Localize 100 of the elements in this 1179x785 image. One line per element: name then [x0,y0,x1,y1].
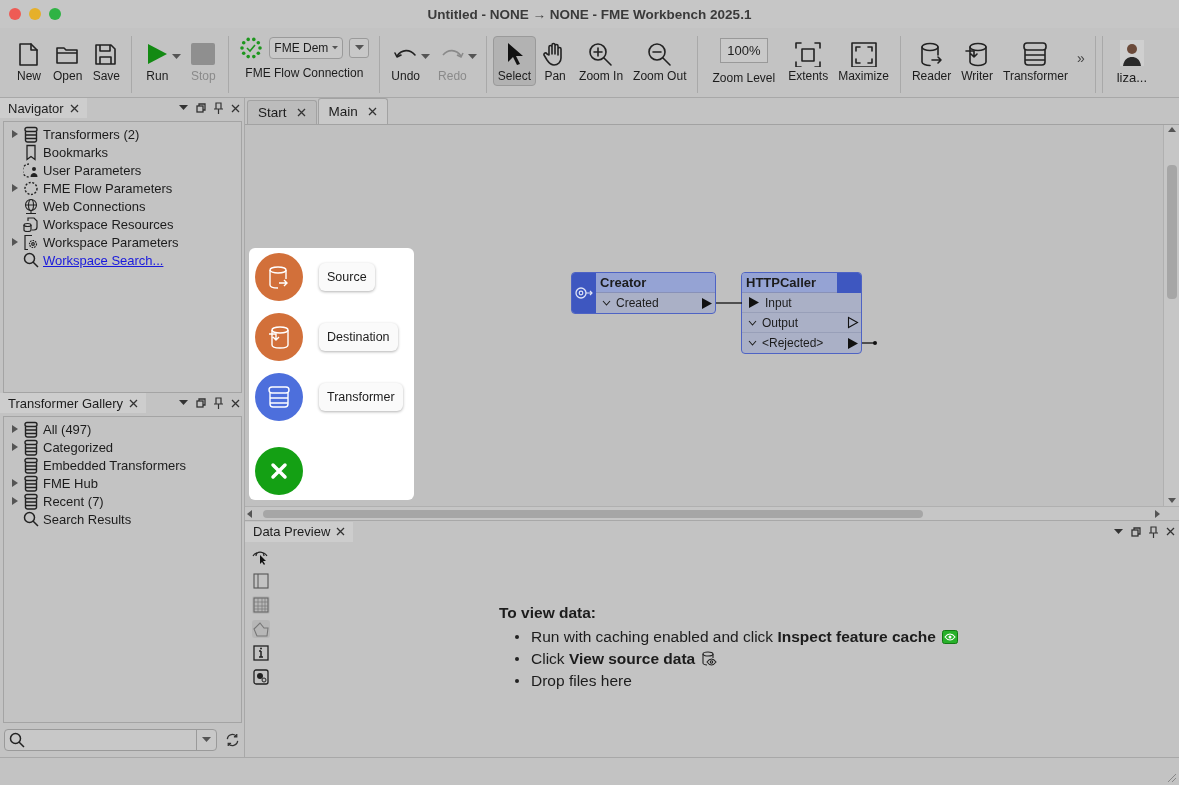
tree-item[interactable]: Bookmarks [43,144,109,160]
connection-status-icon [239,36,264,60]
extents-button[interactable]: Extents [783,36,834,86]
port-label: Output [762,315,800,330]
settings-icon[interactable] [252,668,270,686]
option-label[interactable]: Source [319,263,375,291]
scrollbar-thumb[interactable] [263,509,923,518]
refresh-icon[interactable] [225,732,240,748]
expand-arrow-icon[interactable] [12,238,19,246]
instruction-text: Click View source data [531,650,696,668]
close-menu-button[interactable] [255,447,303,495]
option-label[interactable]: Destination [319,323,398,351]
tab-close-icon [367,107,377,116]
maximize-button[interactable]: Maximize [833,36,894,86]
caret-icon [332,45,339,51]
caret-icon [421,54,431,60]
expand-arrow-icon[interactable] [12,184,19,192]
tree-item[interactable]: Categorized [43,439,114,455]
resize-grip-icon [1167,773,1177,783]
tree-item[interactable]: All (497) [43,421,92,437]
run-button[interactable]: Run [138,36,177,86]
panel-tab[interactable]: Transformer Gallery [0,393,147,413]
stack-icon [23,420,39,438]
reader-button[interactable]: Reader [906,36,957,86]
connection-label: FME Flow Connection [245,66,364,80]
connection-line[interactable] [715,302,743,304]
instruction-text: Run with caching enabled and click Inspect feature cache [531,628,936,646]
user-name[interactable]: liza... [1116,70,1148,85]
tree-item[interactable]: Workspace Resources [43,216,174,232]
expand-arrow-icon[interactable] [12,425,19,433]
option-label[interactable]: Transformer [319,383,403,411]
empty-state-heading: To view data: [499,604,598,622]
close-icon [129,398,139,408]
info-icon[interactable] [252,644,270,662]
panel-tab[interactable]: Navigator [0,98,87,118]
undo-button[interactable]: Undo [386,36,426,86]
close-icon [231,103,240,113]
creator-node[interactable]: Creator Created [571,272,716,314]
menu-arrow-icon [179,105,188,111]
close-icon [69,103,79,113]
tab-close-icon [296,108,306,117]
bullet-icon [515,657,519,661]
tree-item[interactable]: FME Hub [43,475,98,491]
expand-arrow-icon[interactable] [12,479,19,487]
vertical-scrollbar[interactable] [1163,125,1179,506]
scrollbar-thumb[interactable] [1166,165,1177,299]
tree-item[interactable]: Embedded Transformers [43,457,187,473]
horizontal-scrollbar[interactable] [245,506,1179,520]
pan-tool-button[interactable]: Pan [536,36,575,86]
resources-icon [23,215,39,233]
tree-item[interactable]: Web Connections [43,198,146,214]
search-field[interactable] [4,729,217,751]
transformer-button[interactable]: Transformer [998,36,1073,86]
globe-icon [23,197,39,215]
zoom-in-button[interactable]: Zoom In [574,36,629,86]
add-option-button[interactable] [255,313,303,361]
dropdown-button[interactable] [349,38,370,58]
panel-tab[interactable]: Data Preview [245,521,354,542]
zoom-out-button[interactable]: Zoom Out [628,36,692,86]
zoom-level-field[interactable]: 100% [719,38,768,63]
float-icon [196,103,206,113]
avatar-icon [1119,40,1144,66]
geometry-icon[interactable] [252,620,270,638]
tree-item[interactable]: Workspace Parameters [43,234,179,250]
document-tab[interactable]: Start [247,100,317,124]
tree-item[interactable]: FME Flow Parameters [43,180,173,196]
tree-item[interactable]: User Parameters [43,162,142,178]
add-option-button[interactable] [255,373,303,421]
transformer-icon [267,385,291,409]
save-button[interactable]: Save [87,36,126,86]
caret-icon [202,737,211,743]
open-button[interactable]: Open [48,36,88,86]
overflow-button[interactable]: » [1072,50,1089,66]
document-gear-icon [23,233,39,251]
writer-button[interactable]: Writer [956,36,998,86]
document-tab[interactable]: Main [317,98,388,124]
search-icon [23,251,39,269]
instruction-text: Drop files here [531,672,632,690]
node-title: HTTPCaller [745,275,818,290]
connection-dropdown[interactable]: FME Dem [269,37,344,59]
expand-arrow-icon[interactable] [12,130,19,138]
add-option-button[interactable] [255,253,303,301]
new-button[interactable]: New [10,36,48,86]
expand-arrow-icon[interactable] [12,497,19,505]
transformer-icon [1021,41,1050,67]
caret-icon [354,45,364,51]
zoom-level-label: Zoom Level [712,71,776,85]
tree-item[interactable]: Search Results [43,511,132,527]
caret-icon [172,54,182,60]
search-link[interactable]: Workspace Search... [43,252,164,268]
tree-item[interactable]: Transformers (2) [43,126,140,142]
menu-arrow-icon [1114,528,1123,535]
tree-item[interactable]: Recent (7) [43,493,104,509]
expand-arrow-icon[interactable] [12,443,19,451]
panel-layout-icon[interactable] [252,572,270,590]
port-label: Input [765,295,793,310]
transformer-node[interactable]: HTTPCaller Input Output <Rejected> [741,272,862,354]
select-tool-button[interactable]: Select [492,36,537,86]
inspect-icon[interactable] [252,548,270,566]
stack-icon [23,456,39,474]
